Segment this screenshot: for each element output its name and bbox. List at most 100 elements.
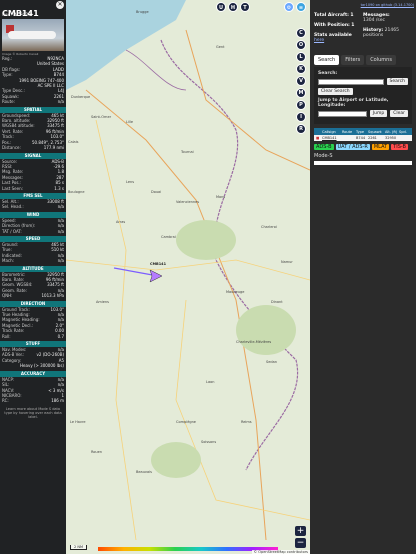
place-label: Arras [116,220,126,224]
info-label: Last Seen: [2,185,23,191]
column-header[interactable]: Spd. [397,130,407,134]
search-label: Search: [318,71,338,76]
info-row: Distance: 177.9 nmi [0,145,66,150]
panel-tabs: Search Filters Columns [310,55,416,65]
side-button-i[interactable]: I [296,112,306,122]
badge-tisb: TIS-B [391,144,408,150]
table-header: Callsign Route Type Squawk Alt. (ft) Spd… [314,128,412,135]
place-label: Lille [126,120,134,124]
info-title-row: CMB141 ✕ [0,0,66,18]
aircraft-table: Callsign Route Type Squawk Alt. (ft) Spd… [314,128,412,141]
clear-search-button[interactable]: Clear Search [318,88,353,95]
place-label: Brugge [136,10,149,14]
info-sections: SPATIAL Groundspeed: 465 kt Baro. altitude:… [0,106,66,404]
side-button-r[interactable]: R [296,124,306,134]
tab-search[interactable]: Search [314,55,340,65]
map-attribution[interactable]: © OpenStreetMap contributors [251,550,310,554]
place-label: Le Havre [70,420,86,424]
badge-uat: UAT / ADS-R [335,144,370,150]
info-label: Category: [2,357,22,363]
place-label: Lens [126,180,135,184]
sea [66,0,186,90]
table-cell: 32950 [385,136,397,140]
place-label: Amiens [96,300,109,304]
info-label: QNH: [2,293,13,299]
border-line-2 [125,49,187,91]
side-button-m[interactable]: M [296,88,306,98]
forest [176,220,236,260]
side-button-c[interactable]: C [296,28,306,38]
place-label: Rouen [91,450,103,454]
info-value: 186 m [51,398,64,404]
with-position-label: With Position: [314,23,350,28]
badge-mlat: MLAT [371,144,390,150]
info-label: Reg.: [2,56,13,61]
zoom-in-button[interactable]: + [295,526,306,536]
side-button-p[interactable]: P [296,100,306,110]
info-label: Roll: [2,333,11,339]
road [185,29,310,171]
info-label: Route: [2,99,15,105]
info-row: Last Seen: 1.3 s [0,186,66,191]
right-panel: tar1090 on github (3.14.1700) Total Airc… [310,0,416,554]
table-scrollbar[interactable] [314,161,412,165]
footnote: Learn more about Mode S data type by hov… [4,406,62,419]
total-aircraft-value: 1 [350,13,354,18]
map-button-t[interactable]: T [240,2,250,12]
info-value: n/a [57,228,64,234]
zoom-out-button[interactable]: − [295,538,306,548]
callsign: CMB141 [2,9,39,18]
info-row: Roll: 0.7 [0,334,66,339]
tab-filters[interactable]: Filters [341,55,365,65]
tab-columns[interactable]: Columns [366,55,396,65]
jump-button[interactable]: Jump [369,110,388,117]
info-row: TAT / OAT: n/a [0,229,66,234]
stats-link[interactable]: here [314,38,324,43]
map-layer [66,0,310,541]
search-input[interactable] [318,78,384,85]
map-button-h[interactable]: H [228,2,238,12]
search-button[interactable]: Search [386,78,408,85]
source-legend: ADS-B UAT / ADS-R MLAT TIS-B [310,141,416,153]
side-button-k[interactable]: K [296,64,306,74]
side-button-o[interactable]: O [296,40,306,50]
aircraft-photo[interactable] [2,19,64,51]
table-cell: 2261 [368,136,377,140]
with-position-value: 1 [351,23,355,28]
info-value: n/a [57,204,64,210]
map[interactable]: U H T ⚙ ≡ C O L K V M P I R Brugge Gent … [66,0,310,554]
column-header[interactable]: Callsign [320,130,340,134]
column-header[interactable]: Squawk [366,130,383,134]
table-cell: B744 [356,136,366,140]
place-label: Laon [206,380,215,384]
info-label: RC: [2,398,9,404]
forest [236,305,296,355]
layers-icon[interactable]: ≡ [296,2,306,12]
side-button-v[interactable]: V [296,76,306,86]
column-header[interactable]: Route [340,130,354,134]
place-label: Dinant [271,300,283,304]
info-value: 1013.3 hPa [41,293,65,299]
jump-label: Jump to Airport or Latitude, Longitude: [318,98,389,108]
aircraft-icon[interactable] [149,269,163,283]
close-icon[interactable]: ✕ [56,1,64,9]
info-value: Heavy (> 300000 lbs) [20,363,64,369]
settings-gear-icon[interactable]: ⚙ [284,2,294,12]
place-label: Charleville-Mézières [236,340,272,344]
scale-bar: 2 NM [70,545,87,550]
jump-input[interactable] [318,110,367,117]
info-label: TAT / OAT: [2,228,22,234]
column-header[interactable]: Type [354,130,366,134]
info-row: Sel. Head.: n/a [0,204,66,209]
column-header[interactable]: Alt. (ft) [383,130,397,134]
info-label: Mach: [2,258,14,264]
side-button-l[interactable]: L [296,52,306,62]
version-link[interactable]: tar1090 on github (3.14.1700) [310,0,416,10]
place-label: Charleroi [261,225,277,229]
clear-jump-button[interactable]: Clear [390,110,408,117]
place-label: Mons [216,195,226,199]
map-button-u[interactable]: U [216,2,226,12]
plane-shape [8,31,56,39]
badge-adsb: ADS-B [314,144,334,150]
place-label: Dunkerque [71,95,91,99]
